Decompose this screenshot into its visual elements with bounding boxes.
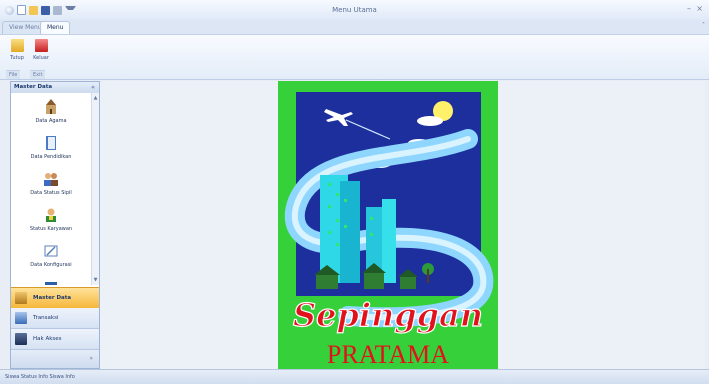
close-icon[interactable]: × [696,4,703,13]
user-access-icon [15,333,27,345]
nav-item-status-karyawan[interactable]: Status Karyawan [11,205,91,239]
tutup-label: Tutup [10,55,24,61]
ribbon-help-icon[interactable]: ˄ [702,22,705,29]
nav-item-label: Data Konfigurasi [30,262,72,268]
section-hak-akses[interactable]: Hak Akses [11,329,99,350]
nav-item-label: Status Karyawan [29,226,73,232]
section-label: Transaksi [33,315,59,321]
nav-scrollbar[interactable]: ▲ ▼ [91,93,99,285]
keluar-label: Keluar [33,55,49,61]
logo-script-text: Sepinggan [293,296,483,334]
nav-item-label: Data Status Sipil [30,190,72,196]
status-bar: Siswa Status Info Siswa Info [0,369,709,384]
group-file-label: File [6,70,21,79]
employee-icon [46,208,56,222]
logo-artwork: Sepinggan PRATAMA [278,81,498,369]
title-bar: Menu Utama – × [0,0,709,21]
nav-footer-chevron-icon[interactable]: » [89,355,93,362]
logo-bottom-text: PRATAMA [327,340,449,369]
tab-menu[interactable]: Menu [40,21,71,34]
nav-item-list: Data Agama Data Pendidikan Data Status S… [11,93,91,285]
nav-item-partial[interactable] [11,277,91,285]
transaksi-icon [15,312,27,324]
section-transaksi[interactable]: Transaksi [11,308,99,329]
nav-item-data-pendidikan[interactable]: Data Pendidikan [11,133,91,167]
agama-icon [46,99,56,114]
nav-item-data-konfigurasi[interactable]: Data Konfigurasi [11,241,91,275]
partial-item-icon [45,282,57,285]
people-icon [44,173,58,186]
company-logo: Sepinggan PRATAMA [278,81,498,369]
cloud-icon [417,116,443,126]
section-label: Master Data [33,295,72,301]
section-master-data[interactable]: Master Data [11,287,99,309]
ribbon: Tutup Keluar File Exit [0,34,709,80]
nav-footer: » [11,350,99,368]
nav-header: Master Data « [11,82,99,93]
tutup-button[interactable]: Tutup [6,39,28,69]
group-exit-label: Exit [30,70,46,79]
keluar-button[interactable]: Keluar [30,39,52,69]
scroll-down-icon[interactable]: ▼ [92,277,99,283]
nav-item-label: Data Agama [35,118,67,124]
book-icon [46,136,56,150]
master-data-icon [15,292,27,304]
config-icon [44,245,58,257]
folder-icon [10,39,24,52]
scroll-up-icon[interactable]: ▲ [92,95,99,101]
section-label: Hak Akses [33,336,62,342]
status-text: Siswa Status Info Siswa Info [5,374,75,380]
window-title: Menu Utama [332,6,377,14]
nav-item-label: Data Pendidikan [30,154,72,160]
nav-item-data-status-sipil[interactable]: Data Status Sipil [11,169,91,203]
exit-icon [34,39,48,52]
collapse-icon[interactable]: « [91,82,95,93]
ribbon-tabs: View Menu Menu ˄ [0,20,709,34]
nav-item-data-agama[interactable]: Data Agama [11,97,91,131]
minimize-icon[interactable]: – [687,4,691,13]
nav-header-label: Master Data [14,84,53,90]
navigation-pane: Master Data « Data Agama Data Pendidikan… [10,81,100,369]
